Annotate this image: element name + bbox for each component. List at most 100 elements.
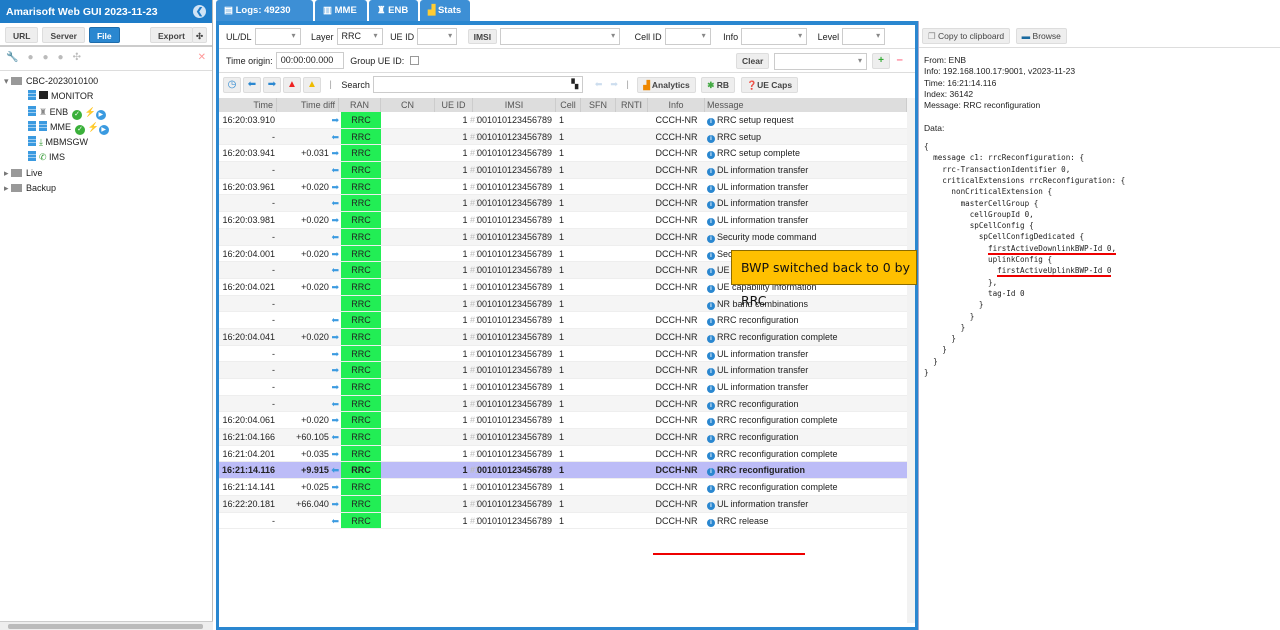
tab-mme[interactable]: ▥ MME xyxy=(315,0,367,21)
table-row[interactable]: - ➡ RRC 1 #1 001010123456789 1 DCCH-NR i UL inf… xyxy=(219,362,907,379)
filter-preset-select[interactable] xyxy=(774,53,867,70)
delete-icon[interactable]: ✕ xyxy=(198,52,206,63)
search-input[interactable] xyxy=(372,76,583,93)
error-icon[interactable]: ▲ xyxy=(283,76,301,93)
server-button[interactable]: Server xyxy=(42,27,85,43)
table-row[interactable]: - ⬅ RRC 1 #1 001010123456789 1 DCCH-NR i RRC re… xyxy=(219,395,907,413)
column-header-time-diff[interactable]: Time diff xyxy=(277,98,339,112)
column-header-ue-id[interactable]: UE ID xyxy=(435,98,473,112)
table-row[interactable]: - ⬅ RRC 1 #1 001010123456789 1 DCCH-NR i RRC re… xyxy=(219,312,907,329)
table-row[interactable]: 16:20:03.910 ➡ RRC 1 #1 001010123456789 1 CCC… xyxy=(219,112,907,129)
database-icon xyxy=(28,151,36,162)
column-header-cell[interactable]: Cell xyxy=(556,98,581,112)
settings-icon[interactable]: ✣ xyxy=(192,27,208,43)
tree-node-mme[interactable]: MME ✓ ⚡ ▶ xyxy=(4,120,208,135)
info-value: DCCH-NR xyxy=(655,382,698,392)
refresh-icon[interactable]: ● xyxy=(43,52,58,63)
tab-enb[interactable]: ♜ ENB xyxy=(369,0,418,21)
table-row[interactable]: - RRC1 #10010101234567891iNR band combin… xyxy=(219,295,907,313)
tree-folder-live[interactable]: ▸ Live xyxy=(4,166,208,181)
check-icon[interactable]: ● xyxy=(27,52,42,63)
info-icon: i xyxy=(707,435,715,444)
cell-cell: 1 xyxy=(559,496,579,512)
warning-icon[interactable]: ▲ xyxy=(303,76,321,93)
add-icon[interactable]: + xyxy=(872,53,890,69)
time-origin-input[interactable]: 00:00:00.000 xyxy=(275,52,344,69)
info-icon: i xyxy=(707,485,715,494)
play-icon[interactable]: ▶ xyxy=(98,124,109,135)
table-row[interactable]: - ⬅ RRC 1 #1 001010123456789 1 CCCH-NR i RRC se… xyxy=(219,128,907,146)
export-button[interactable]: Export xyxy=(150,27,193,43)
clock-icon[interactable]: ◷ xyxy=(223,76,241,93)
imsi-select[interactable] xyxy=(500,28,621,45)
column-header-cn[interactable]: CN xyxy=(381,98,435,112)
cellid-select[interactable] xyxy=(664,28,711,45)
cell-value: 1 xyxy=(559,448,565,459)
table-row[interactable]: - ⬅ RRC 1 #1 001010123456789 1 DCCH-NR i RRC re… xyxy=(219,512,907,530)
table-row[interactable]: 16:21:04.166 +60.105 ⬅ RRC 1 #1 001010123456… xyxy=(219,429,907,446)
table-row[interactable]: 16:20:04.061 +0.020 ➡ RRC 1 #1 0010101234567… xyxy=(219,412,907,430)
imsi-button[interactable]: IMSI xyxy=(467,29,498,44)
column-header-sfn[interactable]: SFN xyxy=(581,98,616,112)
tree-node-ims[interactable]: ✆ IMS xyxy=(4,150,208,165)
group-ueid-checkbox[interactable] xyxy=(410,56,420,65)
layer-select[interactable]: RRC xyxy=(336,28,383,45)
tree-node-monitor[interactable]: MONITOR xyxy=(4,89,208,104)
file-button[interactable]: File xyxy=(88,27,120,43)
arrow-right-icon[interactable]: ➡ xyxy=(263,76,281,93)
tab-logs[interactable]: ▤ Logs: 49230 xyxy=(216,0,313,21)
time-value: 16:20:03.961 xyxy=(222,181,275,192)
binoculars-icon[interactable]: ▚ xyxy=(571,79,578,89)
search-prev-icon[interactable]: ⬅ xyxy=(595,79,603,89)
horizontal-scrollbar[interactable] xyxy=(0,621,213,630)
collapse-panel-icon[interactable]: ❮ xyxy=(193,5,206,18)
copy-to-clipboard-button[interactable]: ❐ Copy to clipboard xyxy=(922,28,1011,44)
play-icon[interactable]: ▶ xyxy=(95,109,106,120)
rb-button[interactable]: ✱ RB xyxy=(701,76,735,93)
ueid-select[interactable] xyxy=(417,28,458,45)
table-row[interactable]: 16:21:04.201 +0.035 ➡ RRC 1 #1 0010101234567… xyxy=(219,445,907,463)
table-row[interactable]: 16:20:03.941 +0.031 ➡ RRC 1 #1 0010101234567… xyxy=(219,145,907,163)
column-header-imsi[interactable]: IMSI xyxy=(473,98,556,112)
table-row[interactable]: 16:22:20.181 +66.040 ➡ RRC 1 #1 001010123456… xyxy=(219,495,907,513)
plug-icon[interactable]: ✣ xyxy=(73,52,90,63)
table-row[interactable]: 16:20:03.981 +0.020 ➡ RRC 1 #1 0010101234567… xyxy=(219,212,907,229)
table-row[interactable]: 16:21:14.116 +9.915 ⬅ RRC 1 #1 0010101234567… xyxy=(219,462,907,480)
browse-button[interactable]: ▬ Browse xyxy=(1015,28,1067,44)
imsi-value: 001010123456789 xyxy=(476,165,553,176)
column-header-message[interactable]: Message xyxy=(705,98,907,112)
level-select[interactable] xyxy=(842,28,886,45)
table-row[interactable]: - ⬅ RRC 1 #1 001010123456789 1 DCCH-NR i Securi… xyxy=(219,228,907,246)
table-row[interactable]: - ⬅ RRC 1 #1 001010123456789 1 DCCH-NR i DL inf… xyxy=(219,195,907,213)
url-button[interactable]: URL xyxy=(5,27,39,43)
arrow-left-icon[interactable]: ⬅ xyxy=(243,76,261,93)
tree-node-enb[interactable]: ♜ ENB ✓ ⚡ ▶ xyxy=(4,105,208,120)
ran-value: RRC xyxy=(351,215,371,226)
tree-root[interactable]: ▾ CBC-2023010100 xyxy=(4,74,208,89)
column-header-rnti[interactable]: RNTI xyxy=(616,98,648,112)
tree-folder-backup[interactable]: ▸ Backup xyxy=(4,181,208,196)
table-row[interactable]: - ➡ RRC 1 #1 001010123456789 1 DCCH-NR i UL inf… xyxy=(219,379,907,396)
analytics-button[interactable]: ▟ Analytics xyxy=(637,76,696,93)
search-next-icon[interactable]: ➡ xyxy=(610,79,618,89)
wrench-icon[interactable]: 🔧 xyxy=(6,52,27,63)
table-row[interactable]: 16:20:04.041 +0.020 ➡ RRC 1 #1 0010101234567… xyxy=(219,328,907,346)
table-row[interactable]: 16:21:14.141 +0.025 ➡ RRC 1 #1 0010101234567… xyxy=(219,479,907,496)
info-select[interactable] xyxy=(741,28,808,45)
column-header-time[interactable]: Time xyxy=(219,98,277,112)
uldl-select[interactable] xyxy=(254,28,301,45)
cell-time: 16:22:20.181 xyxy=(219,496,275,512)
column-header-info[interactable]: Info xyxy=(648,98,705,112)
table-row[interactable]: - ⬅ RRC 1 #1 001010123456789 1 DCCH-NR i DL inf… xyxy=(219,162,907,179)
table-row[interactable]: 16:20:03.961 +0.020 ➡ RRC 1 #1 0010101234567… xyxy=(219,178,907,196)
tab-stats[interactable]: ▟ Stats xyxy=(420,0,470,21)
remove-icon[interactable]: ━ xyxy=(897,55,902,66)
table-row[interactable]: - ➡ RRC 1 #1 001010123456789 1 DCCH-NR i UL inf… xyxy=(219,345,907,363)
tree-node-mbmsgw[interactable]: ⤓ MBMSGW xyxy=(4,135,208,150)
ue-caps-button[interactable]: ❓UE Caps xyxy=(740,76,799,93)
column-header-ran[interactable]: RAN xyxy=(339,98,381,112)
vertical-scrollbar[interactable] xyxy=(907,98,915,623)
clear-button[interactable]: Clear xyxy=(736,53,770,69)
cell-info: DCCH-NR xyxy=(648,312,705,328)
play-icon[interactable]: ● xyxy=(58,52,73,63)
